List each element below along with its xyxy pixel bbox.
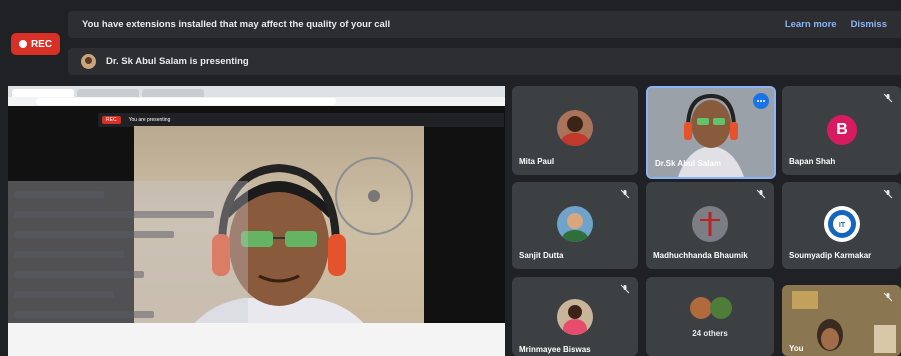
participant-tile-others[interactable]: 24 others bbox=[646, 277, 774, 356]
record-dot-icon bbox=[18, 40, 27, 48]
participant-tile-soumyadip-karmakar[interactable]: IT Soumyadip Karmakar bbox=[782, 182, 901, 269]
participant-tile-abul-salam[interactable]: Dr.Sk Abul Salam bbox=[646, 86, 776, 179]
mic-off-icon bbox=[883, 292, 893, 302]
avatar bbox=[557, 299, 593, 335]
avatar bbox=[692, 206, 728, 242]
participant-name: Mrinmayee Biswas bbox=[519, 345, 591, 354]
participant-tile-sanjit-dutta[interactable]: Sanjit Dutta bbox=[512, 182, 638, 269]
shared-browser-chrome bbox=[8, 86, 505, 106]
mic-off-icon bbox=[883, 189, 893, 199]
learn-more-link[interactable]: Learn more bbox=[785, 19, 837, 30]
mic-off-icon bbox=[883, 93, 893, 103]
mic-off-icon bbox=[756, 189, 766, 199]
shared-meet-topbar: REC You are presenting bbox=[98, 113, 504, 127]
extensions-banner: You have extensions installed that may a… bbox=[68, 11, 901, 38]
avatar bbox=[690, 297, 712, 319]
participant-tile-madhuchhanda-bhaumik[interactable]: Madhuchhanda Bhaumik bbox=[646, 182, 774, 269]
participant-name: Soumyadip Karmakar bbox=[789, 251, 872, 260]
mic-off-icon bbox=[620, 284, 630, 294]
recording-label: REC bbox=[30, 38, 53, 50]
avatar: B bbox=[827, 115, 857, 145]
participant-tile-mrinmayee-biswas[interactable]: Mrinmayee Biswas bbox=[512, 277, 638, 356]
others-count: 24 others bbox=[692, 329, 728, 338]
avatar bbox=[710, 297, 732, 319]
participant-name: You bbox=[789, 344, 804, 353]
participant-name: Mita Paul bbox=[519, 157, 555, 166]
participant-name: Dr.Sk Abul Salam bbox=[655, 159, 721, 168]
recording-badge: REC bbox=[11, 33, 60, 55]
avatar bbox=[557, 206, 593, 242]
presenter-avatar bbox=[81, 54, 96, 69]
avatar: IT bbox=[824, 206, 860, 242]
svg-text:IT: IT bbox=[839, 222, 846, 229]
self-view-tile[interactable]: You bbox=[782, 285, 901, 356]
participant-name: Bapan Shah bbox=[789, 157, 836, 166]
presentation-stage[interactable]: REC You are presenting bbox=[8, 86, 505, 356]
shared-rec-badge: REC bbox=[102, 116, 121, 124]
avatar bbox=[557, 110, 593, 146]
presenter-bar: Dr. Sk Abul Salam is presenting bbox=[68, 48, 901, 75]
more-options-icon[interactable] bbox=[753, 93, 769, 109]
participant-name: Sanjit Dutta bbox=[519, 251, 564, 260]
participant-tile-mita-paul[interactable]: Mita Paul bbox=[512, 86, 638, 175]
shared-presenting-text: You are presenting bbox=[128, 117, 171, 123]
participant-name: Madhuchhanda Bhaumik bbox=[653, 251, 748, 260]
participant-tile-bapan-shah[interactable]: B Bapan Shah bbox=[782, 86, 901, 175]
banner-message: You have extensions installed that may a… bbox=[82, 19, 391, 30]
presenter-text: Dr. Sk Abul Salam is presenting bbox=[106, 56, 249, 67]
dismiss-button[interactable]: Dismiss bbox=[851, 19, 887, 30]
mic-off-icon bbox=[620, 189, 630, 199]
shared-toolbar bbox=[8, 323, 505, 356]
